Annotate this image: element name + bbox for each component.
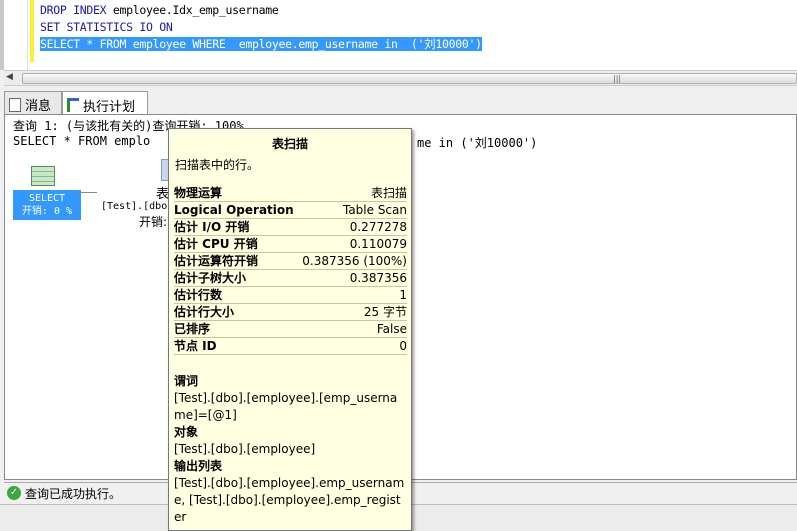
node-cost: 开销: 0 % [21,206,73,217]
select-node[interactable]: SELECT 开销: 0 % [13,190,81,220]
message-icon [9,97,21,112]
property-value: 25 字节 [363,305,407,319]
select-icon [31,166,55,186]
property-key: 节点 ID [174,339,217,353]
sql-editor[interactable]: DROP INDEX employee.Idx_emp_username SET… [0,0,797,70]
property-row: 节点 ID 0 [174,338,407,355]
tab-label: 消息 [25,99,52,114]
object-section: 对象 [Test].[dbo].[employee] [174,424,406,458]
property-row: 估计 I/O 开销 0.277278 [174,219,407,236]
selected-code: SELECT * FROM employee WHERE employee.em… [40,37,482,51]
keyword: DROP INDEX [40,3,107,17]
property-key: 估计运算符开销 [174,254,259,268]
property-key: 估计 CPU 开销 [174,237,258,251]
query-sql-tail: me in ('刘10000') [417,136,538,150]
output-section: 输出列表 [Test].[dbo].[employee].emp_usernam… [174,458,406,526]
property-row: 已排序 False [174,321,407,338]
property-value: 0.110079 [349,237,407,251]
property-value: 0.387356 [349,271,407,285]
object-label: 对象 [174,425,199,439]
success-check-icon: ✓ [7,486,21,500]
property-key: 物理运算 [174,186,223,200]
property-value: 1 [399,288,407,302]
predicate-value: [Test].[dbo].[employee].[emp_username]=[… [174,391,398,422]
property-key: 已排序 [174,322,211,336]
object-value: [Test].[dbo].[employee] [174,442,316,456]
horizontal-scrollbar[interactable]: ◀ ||| [4,70,797,86]
scroll-thumb[interactable]: ||| [22,73,797,84]
tab-label: 执行计划 [83,99,136,115]
tab-execution-plan[interactable]: 执行计划 [62,91,148,115]
predicate-label: 谓词 [174,374,199,388]
property-key: Logical Operation [174,203,294,217]
property-value: 0 [399,339,407,353]
output-label: 输出列表 [174,459,223,473]
property-row: 估计行数 1 [174,287,407,304]
property-value: 0.387356 (100%) [302,254,407,268]
query-sql: SELECT * FROM emplo [13,134,151,148]
node-label: SELECT [28,193,66,204]
property-value: False [376,322,407,336]
property-row: 估计 CPU 开销 0.110079 [174,236,407,253]
tooltip-title: 表扫描 [271,137,308,151]
property-row: 估计运算符开销 0.387356 (100%) [174,253,407,270]
scan-node-cost: 开销: [139,215,168,229]
property-key: 估计行大小 [174,305,235,319]
property-value: 表扫描 [370,186,407,200]
property-key: 估计行数 [174,288,223,302]
property-row: Logical Operation Table Scan [174,202,407,219]
operator-tooltip: 表扫描 扫描表中的行。 物理运算 表扫描 Logical Operation Tabl… [168,128,412,531]
code-line-3: SELECT * FROM employee WHERE employee.em… [40,36,482,53]
property-list: 物理运算 表扫描 Logical Operation Table Scan 估计 I/O… [174,185,407,355]
scan-node-table: [Test].[dbo [101,201,168,212]
property-row: 物理运算 表扫描 [174,185,407,202]
property-value: Table Scan [342,203,407,217]
output-value: [Test].[dbo].[employee].emp_username, [T… [174,476,405,524]
predicate-section: 谓词 [Test].[dbo].[employee].[emp_username… [174,373,406,424]
editor-gutter [4,0,28,70]
scroll-left-icon[interactable]: ◀ [6,72,13,82]
property-key: 估计 I/O 开销 [174,220,250,234]
property-row: 估计行大小 25 字节 [174,304,407,321]
property-key: 估计子树大小 [174,271,247,285]
status-text: 查询已成功执行。 [25,486,122,501]
tooltip-description: 扫描表中的行。 [175,158,260,172]
code-line-2: SET STATISTICS IO ON [40,20,173,34]
tab-messages[interactable]: 消息 [4,91,62,114]
property-value: 0.277278 [349,220,407,234]
arrow-connector [77,192,97,193]
code-line-1: DROP INDEX employee.Idx_emp_username [40,2,279,19]
property-row: 估计子树大小 0.387356 [174,270,407,287]
change-marker [30,0,34,62]
code-text: employee.Idx_emp_username [106,3,279,17]
grip-icon: ||| [613,74,622,83]
plan-icon [67,98,79,112]
